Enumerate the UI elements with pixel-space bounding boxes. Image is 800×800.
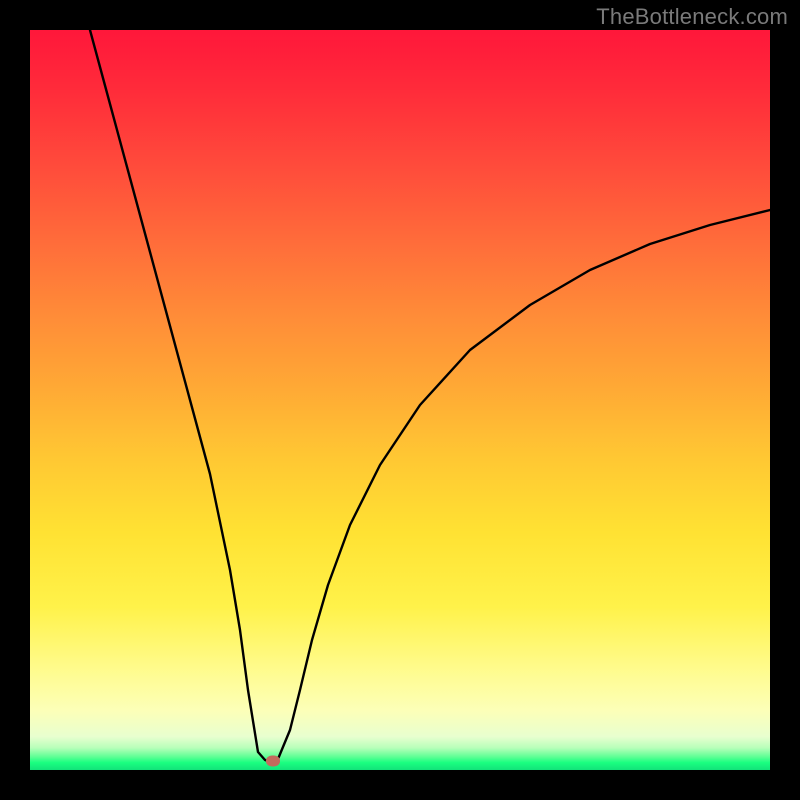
watermark-text: TheBottleneck.com (596, 4, 788, 30)
plot-area (30, 30, 770, 770)
curve-marker (266, 756, 280, 767)
curve-svg (30, 30, 770, 770)
bottleneck-curve-path (90, 30, 770, 762)
chart-frame: TheBottleneck.com (0, 0, 800, 800)
